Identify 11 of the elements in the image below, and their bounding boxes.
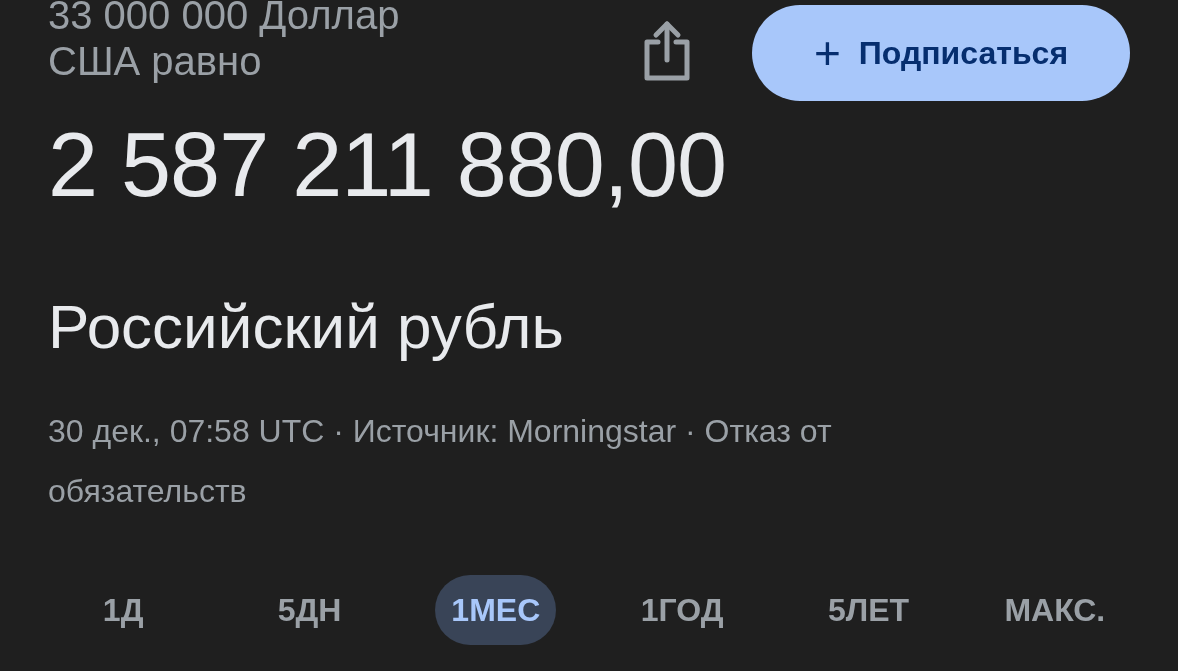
range-tab[interactable]: 5ДН <box>261 575 358 645</box>
range-tab[interactable]: МАКС. <box>988 575 1122 645</box>
range-tab[interactable]: 1ГОД <box>624 575 740 645</box>
range-tab[interactable]: 1Д <box>86 575 160 645</box>
currency-name: Российский рубль <box>48 291 565 363</box>
range-tab[interactable]: 1МЕС <box>435 575 557 645</box>
source-info: 30 дек., 07:58 UTC · Источник: Morningstar · Отказ от обязательств <box>48 412 833 511</box>
conversion-text: 33 000 000 Доллар США равно <box>48 0 401 84</box>
converted-amount: 2 587 211 880,00 <box>48 115 727 215</box>
subscribe-button[interactable]: + Подписаться <box>752 5 1130 101</box>
range-tab[interactable]: 5ЛЕТ <box>811 575 926 645</box>
